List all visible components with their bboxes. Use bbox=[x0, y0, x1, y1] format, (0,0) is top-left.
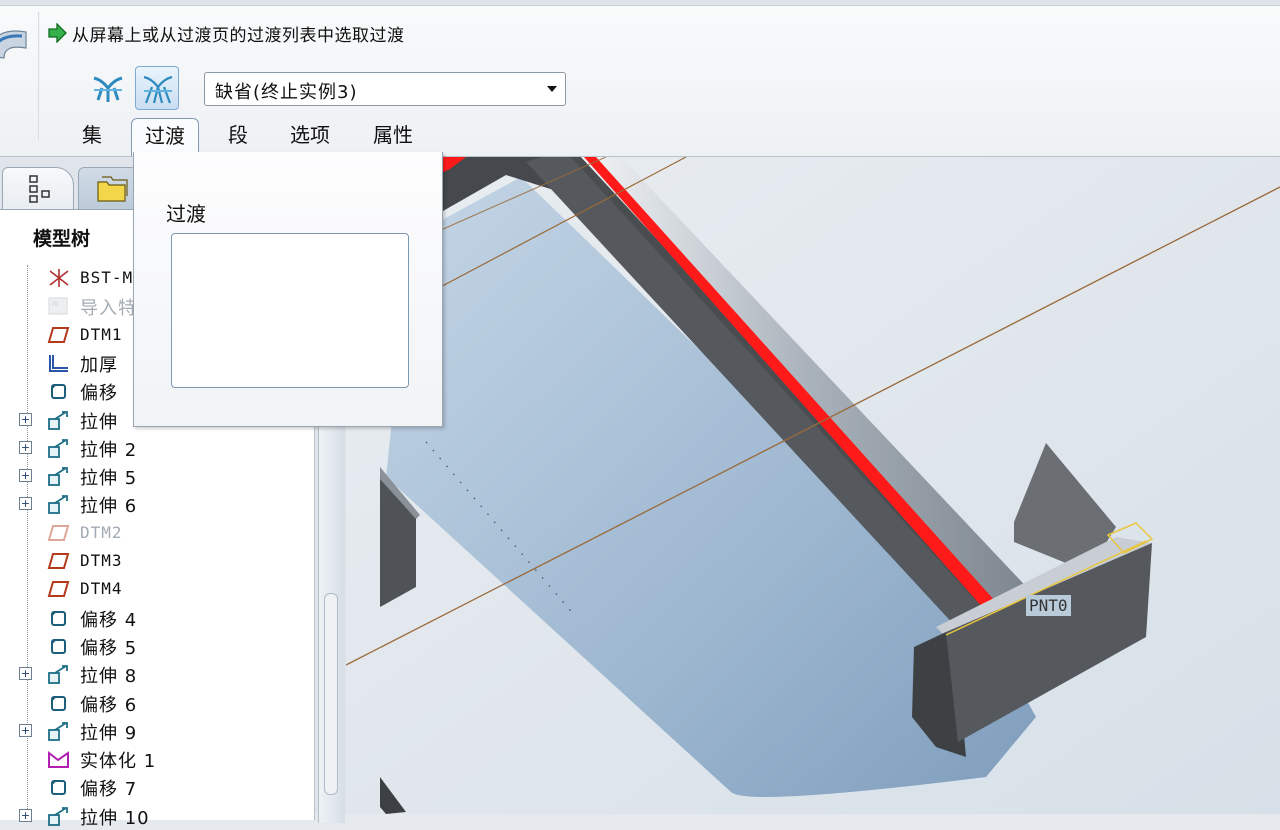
tab-properties[interactable]: 属性 bbox=[362, 118, 424, 152]
sweep-feature-icon bbox=[0, 30, 27, 59]
tree-item-label: 加厚 bbox=[80, 354, 118, 376]
nav-tab-model-tree[interactable] bbox=[2, 167, 74, 211]
extrude-icon bbox=[48, 438, 68, 458]
tree-item[interactable]: DTM4 bbox=[0, 575, 314, 603]
tree-item-label: 偏移 5 bbox=[80, 637, 138, 659]
model-tree-title: 模型树 bbox=[33, 228, 91, 250]
tree-item-label: 拉伸 6 bbox=[80, 496, 138, 518]
transition-single-icon bbox=[93, 76, 123, 102]
tab-transitions[interactable]: 过渡 bbox=[131, 118, 199, 156]
offset-icon bbox=[51, 610, 66, 626]
tree-item[interactable]: DTM2 bbox=[0, 519, 314, 547]
solidify-icon bbox=[48, 751, 69, 769]
folder-browser-icon bbox=[97, 176, 128, 202]
extrude-icon bbox=[48, 665, 68, 685]
datum-plane-icon bbox=[47, 553, 70, 569]
single-transition-button[interactable] bbox=[86, 66, 130, 110]
thicken-icon bbox=[49, 354, 68, 372]
tree-item-label: DTM2 bbox=[80, 522, 123, 542]
tree-item[interactable]: 偏移 7 bbox=[0, 773, 314, 801]
feature-dashboard: 从屏幕上或从过渡页的过渡列表中选取过渡 缺省(终止实例3) 集 过渡 段 选项 … bbox=[0, 0, 1280, 157]
tree-item-label: BST-M bbox=[80, 268, 134, 287]
expand-icon[interactable]: + bbox=[19, 469, 32, 483]
extrude-icon bbox=[48, 806, 68, 826]
tree-item-label: 拉伸 9 bbox=[80, 722, 138, 744]
coordinate-system-icon bbox=[49, 269, 69, 287]
tree-item-label: 导入特 bbox=[80, 298, 137, 320]
transition-multi-icon bbox=[143, 75, 173, 104]
datum-plane-icon bbox=[47, 326, 70, 343]
tree-item-label: 偏移 7 bbox=[80, 779, 138, 801]
offset-icon bbox=[51, 638, 66, 654]
expand-icon[interactable]: + bbox=[19, 667, 32, 681]
offset-icon bbox=[51, 384, 66, 400]
tree-item[interactable]: 偏移 6 bbox=[0, 689, 314, 717]
extrude-icon bbox=[48, 467, 68, 486]
tree-item-label: DTM3 bbox=[80, 551, 123, 570]
tab-segments[interactable]: 段 bbox=[218, 118, 258, 152]
tree-item-label: 拉伸 8 bbox=[80, 666, 138, 688]
datum-point-label[interactable]: PNT0 bbox=[1026, 595, 1071, 616]
tree-item-label: 偏移 bbox=[80, 383, 118, 405]
expand-icon[interactable]: + bbox=[19, 497, 32, 511]
tab-sets[interactable]: 集 bbox=[72, 118, 112, 152]
prompt-message: 从屏幕上或从过渡页的过渡列表中选取过渡 bbox=[72, 26, 405, 46]
tree-item-label: 偏移 4 bbox=[80, 609, 138, 631]
model-tree-icon bbox=[29, 175, 50, 203]
multi-transition-button[interactable] bbox=[135, 66, 179, 110]
tree-item[interactable]: + 拉伸 8 bbox=[0, 660, 314, 688]
tree-item[interactable]: 偏移 5 bbox=[0, 632, 314, 660]
transitions-list-label: 过渡 bbox=[166, 202, 206, 226]
chevron-down-icon bbox=[547, 86, 557, 92]
tree-item-label: 拉伸 2 bbox=[80, 439, 138, 461]
transition-type-value: 缺省(终止实例3) bbox=[215, 82, 358, 103]
transitions-list[interactable] bbox=[171, 233, 409, 388]
expand-icon[interactable]: + bbox=[19, 808, 32, 822]
extrude-icon bbox=[48, 495, 68, 515]
dashboard-top-rule bbox=[0, 0, 1280, 6]
tree-item-label: DTM1 bbox=[80, 324, 123, 344]
transitions-panel: 过渡 bbox=[133, 152, 443, 427]
tree-item[interactable]: + 拉伸 5 bbox=[0, 462, 314, 490]
model-3d-view[interactable] bbox=[346, 157, 1280, 814]
tree-item-label: 偏移 6 bbox=[80, 694, 138, 716]
dashboard-separator bbox=[38, 12, 40, 140]
tree-item-label: 实体化 1 bbox=[80, 751, 157, 773]
extrude-icon bbox=[48, 410, 68, 430]
graphics-window[interactable]: PNT0 bbox=[346, 157, 1280, 814]
prompt-arrow-icon bbox=[48, 23, 67, 43]
tab-options[interactable]: 选项 bbox=[280, 118, 340, 152]
tree-item[interactable]: DTM3 bbox=[0, 547, 314, 575]
tree-item[interactable]: + 拉伸 9 bbox=[0, 717, 314, 745]
offset-icon bbox=[51, 695, 66, 711]
sash-handle bbox=[324, 593, 338, 795]
expand-icon[interactable]: + bbox=[19, 412, 32, 426]
tree-item-label: 拉伸 10 bbox=[80, 807, 150, 829]
tree-item-label: 拉伸 5 bbox=[80, 468, 138, 490]
transition-type-select[interactable]: 缺省(终止实例3) bbox=[204, 72, 566, 106]
tree-item-label: 拉伸 bbox=[80, 411, 118, 433]
tree-item[interactable]: + 拉伸 10 bbox=[0, 802, 314, 830]
expand-icon[interactable]: + bbox=[19, 723, 32, 737]
tree-item[interactable]: 偏移 4 bbox=[0, 604, 314, 632]
tree-item[interactable]: + 拉伸 6 bbox=[0, 490, 314, 518]
import-feature-icon bbox=[48, 297, 68, 315]
tree-item-label: DTM4 bbox=[80, 579, 123, 599]
extrude-icon bbox=[48, 721, 68, 741]
datum-plane-icon bbox=[47, 524, 70, 541]
tree-item[interactable]: 实体化 1 bbox=[0, 745, 314, 773]
datum-plane-icon bbox=[47, 581, 70, 598]
offset-icon bbox=[51, 780, 66, 796]
tree-item[interactable]: + 拉伸 2 bbox=[0, 434, 314, 462]
expand-icon[interactable]: + bbox=[19, 440, 32, 454]
